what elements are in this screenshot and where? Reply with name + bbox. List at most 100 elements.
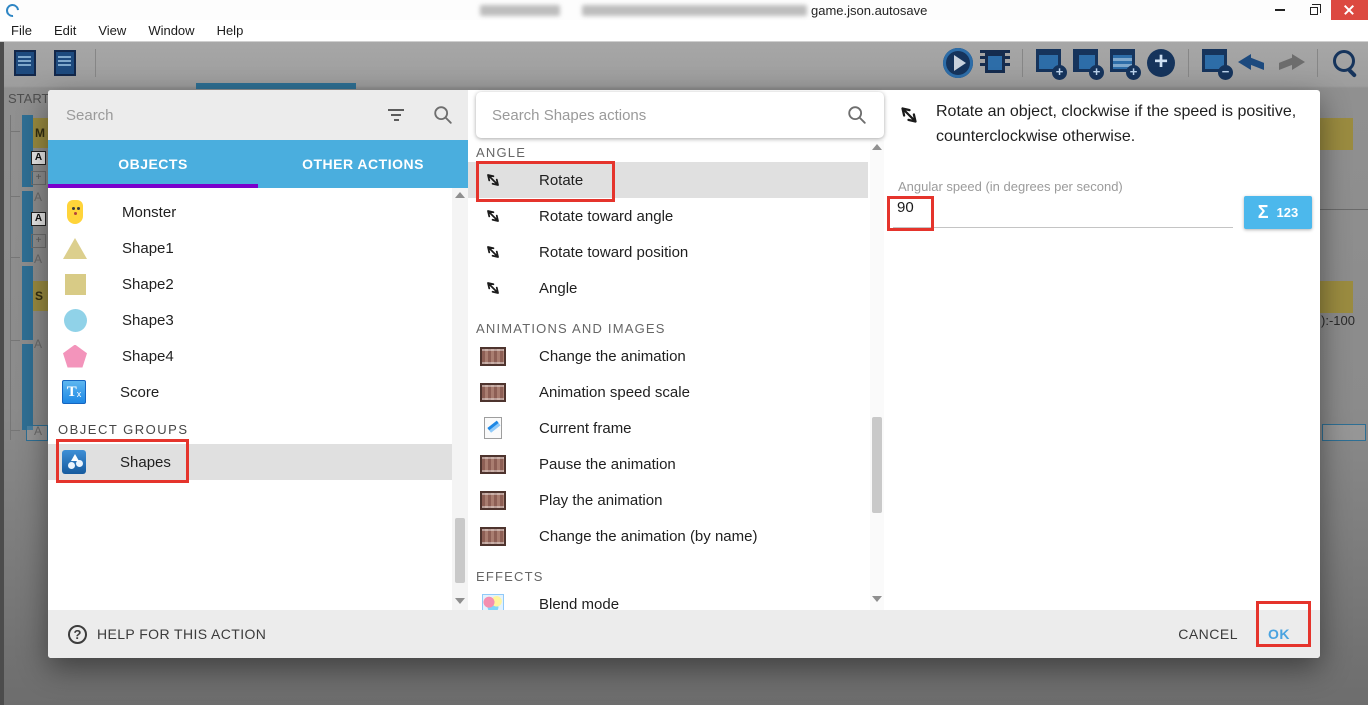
toolbar-divider bbox=[95, 49, 96, 77]
objects-list: Monster Shape1 Shape2 Shape3 Shape4 Score OBJE… bbox=[48, 188, 452, 610]
object-item-shape4[interactable]: Shape4 bbox=[48, 338, 452, 374]
event-selection-bar bbox=[22, 191, 33, 262]
object-label: Shape4 bbox=[122, 347, 174, 365]
action-label: Angle bbox=[539, 279, 578, 297]
action-item-pause-the-animation[interactable]: Pause the animation bbox=[468, 446, 868, 482]
undo-icon[interactable] bbox=[1238, 48, 1268, 78]
action-item-rotate-toward-angle[interactable]: Rotate toward angle bbox=[468, 198, 868, 234]
triangle-icon bbox=[62, 235, 88, 261]
tab-other-actions[interactable]: OTHER ACTIONS bbox=[258, 140, 468, 188]
angular-speed-input[interactable]: 90 bbox=[897, 199, 914, 216]
menu-item-help[interactable]: Help bbox=[206, 23, 255, 38]
minimize-button[interactable] bbox=[1263, 0, 1297, 20]
object-item-score[interactable]: Score bbox=[48, 374, 452, 410]
search-icon[interactable] bbox=[432, 104, 454, 126]
scrollbar-thumb[interactable] bbox=[455, 518, 465, 583]
gdevelop-logo-icon bbox=[3, 0, 22, 20]
action-item-rotate-toward-position[interactable]: Rotate toward position bbox=[468, 234, 868, 270]
object-item-shape3[interactable]: Shape3 bbox=[48, 302, 452, 338]
action-item-rotate[interactable]: Rotate bbox=[468, 162, 868, 198]
action-label: Rotate toward position bbox=[539, 243, 689, 261]
filmstrip-icon bbox=[480, 379, 506, 405]
object-label: Monster bbox=[122, 203, 177, 221]
action-description: Rotate an object, clockwise if the speed… bbox=[936, 103, 1297, 145]
action-item-current-frame[interactable]: Current frame bbox=[468, 410, 868, 446]
object-item-shape1[interactable]: Shape1 bbox=[48, 230, 452, 266]
toolbar-divider bbox=[1188, 49, 1189, 77]
window-title: game.json.autosave bbox=[480, 0, 927, 20]
add-circle-icon[interactable] bbox=[1146, 48, 1176, 78]
search-icon[interactable] bbox=[1330, 48, 1360, 78]
scroll-down-icon[interactable] bbox=[455, 598, 465, 604]
dialog-footer: ? HELP FOR THIS ACTION CANCEL OK bbox=[48, 610, 1320, 658]
ok-button[interactable]: OK bbox=[1268, 626, 1290, 642]
action-item-change-the-animation[interactable]: Change the animation bbox=[468, 338, 868, 374]
objects-panel: Search OBJECTS OTHER ACTIONS Monster Shap… bbox=[48, 90, 468, 610]
object-label: Shape3 bbox=[122, 311, 174, 329]
add-action-fragment: + bbox=[31, 234, 46, 248]
blend-icon bbox=[480, 591, 506, 610]
action-icon-fragment: A bbox=[31, 212, 46, 226]
objects-search-input[interactable]: Search bbox=[66, 107, 386, 124]
objects-search-bar: Search bbox=[48, 90, 468, 140]
object-item-shape2[interactable]: Shape2 bbox=[48, 266, 452, 302]
group-item-shapes[interactable]: Shapes bbox=[48, 444, 452, 480]
expression-editor-button[interactable]: Σ 123 bbox=[1244, 196, 1312, 229]
add-comment-icon[interactable] bbox=[1109, 48, 1141, 80]
rotate-arrow-icon bbox=[480, 203, 506, 229]
add-event-icon[interactable] bbox=[1035, 48, 1067, 80]
delete-event-icon[interactable] bbox=[1201, 48, 1233, 80]
action-item-animation-speed-scale[interactable]: Animation speed scale bbox=[468, 374, 868, 410]
object-label: Shape2 bbox=[122, 275, 174, 293]
scroll-up-icon[interactable] bbox=[872, 144, 882, 150]
footer-actions: CANCEL OK bbox=[1178, 626, 1320, 642]
filter-icon[interactable] bbox=[386, 109, 406, 121]
menu-item-window[interactable]: Window bbox=[137, 23, 205, 38]
scene-editor-icon[interactable] bbox=[50, 48, 80, 78]
objects-scrollbar[interactable] bbox=[452, 188, 468, 610]
help-button[interactable]: ? HELP FOR THIS ACTION bbox=[68, 624, 266, 644]
menu-item-view[interactable]: View bbox=[87, 23, 137, 38]
input-underline bbox=[893, 227, 1233, 228]
monster-icon bbox=[62, 199, 88, 225]
add-subevent-icon[interactable] bbox=[1072, 48, 1104, 80]
event-field-fragment bbox=[1322, 424, 1366, 441]
comment-block: M bbox=[33, 118, 48, 148]
sigma-icon: Σ bbox=[1257, 202, 1269, 222]
action-item-angle[interactable]: Angle bbox=[468, 270, 868, 306]
cancel-button[interactable]: CANCEL bbox=[1178, 626, 1238, 642]
restore-button[interactable] bbox=[1297, 0, 1331, 20]
action-item-play-the-animation[interactable]: Play the animation bbox=[468, 482, 868, 518]
comment-block: S bbox=[33, 281, 48, 311]
action-label: Play the animation bbox=[539, 491, 663, 509]
action-item-blend-mode[interactable]: Blend mode bbox=[468, 586, 868, 611]
menu-item-edit[interactable]: Edit bbox=[43, 23, 87, 38]
actions-search-input[interactable]: Search Shapes actions bbox=[492, 107, 846, 124]
objects-tab-bar: OBJECTS OTHER ACTIONS bbox=[48, 140, 468, 188]
tab-objects[interactable]: OBJECTS bbox=[48, 140, 258, 188]
comment-block bbox=[1320, 281, 1353, 313]
actions-scrollbar[interactable] bbox=[870, 140, 884, 610]
events-divider bbox=[1320, 209, 1368, 210]
window-title-text: game.json.autosave bbox=[811, 2, 928, 18]
close-button[interactable] bbox=[1331, 0, 1368, 20]
toolbar bbox=[0, 42, 1368, 86]
menu-item-file[interactable]: File bbox=[0, 23, 43, 38]
rotate-arrow-icon bbox=[480, 239, 506, 265]
redo-icon[interactable] bbox=[1275, 48, 1305, 78]
debug-icon[interactable] bbox=[980, 48, 1010, 78]
window-titlebar: game.json.autosave bbox=[0, 0, 1368, 20]
action-item-change-the-animation-by-name[interactable]: Change the animation (by name) bbox=[468, 518, 868, 554]
search-icon[interactable] bbox=[846, 104, 868, 126]
events-tab-label: START bbox=[8, 91, 50, 106]
object-item-monster[interactable]: Monster bbox=[48, 194, 452, 230]
play-icon[interactable] bbox=[943, 48, 973, 78]
scroll-up-icon[interactable] bbox=[455, 192, 465, 198]
scroll-down-icon[interactable] bbox=[872, 596, 882, 602]
actions-search-bar: Search Shapes actions bbox=[476, 92, 884, 138]
scrollbar-thumb[interactable] bbox=[872, 417, 882, 513]
project-manager-icon[interactable] bbox=[10, 48, 40, 78]
menu-bar: File Edit View Window Help bbox=[0, 20, 1368, 42]
toolbar-divider bbox=[1317, 49, 1318, 77]
rotate-arrow-icon bbox=[480, 167, 506, 193]
